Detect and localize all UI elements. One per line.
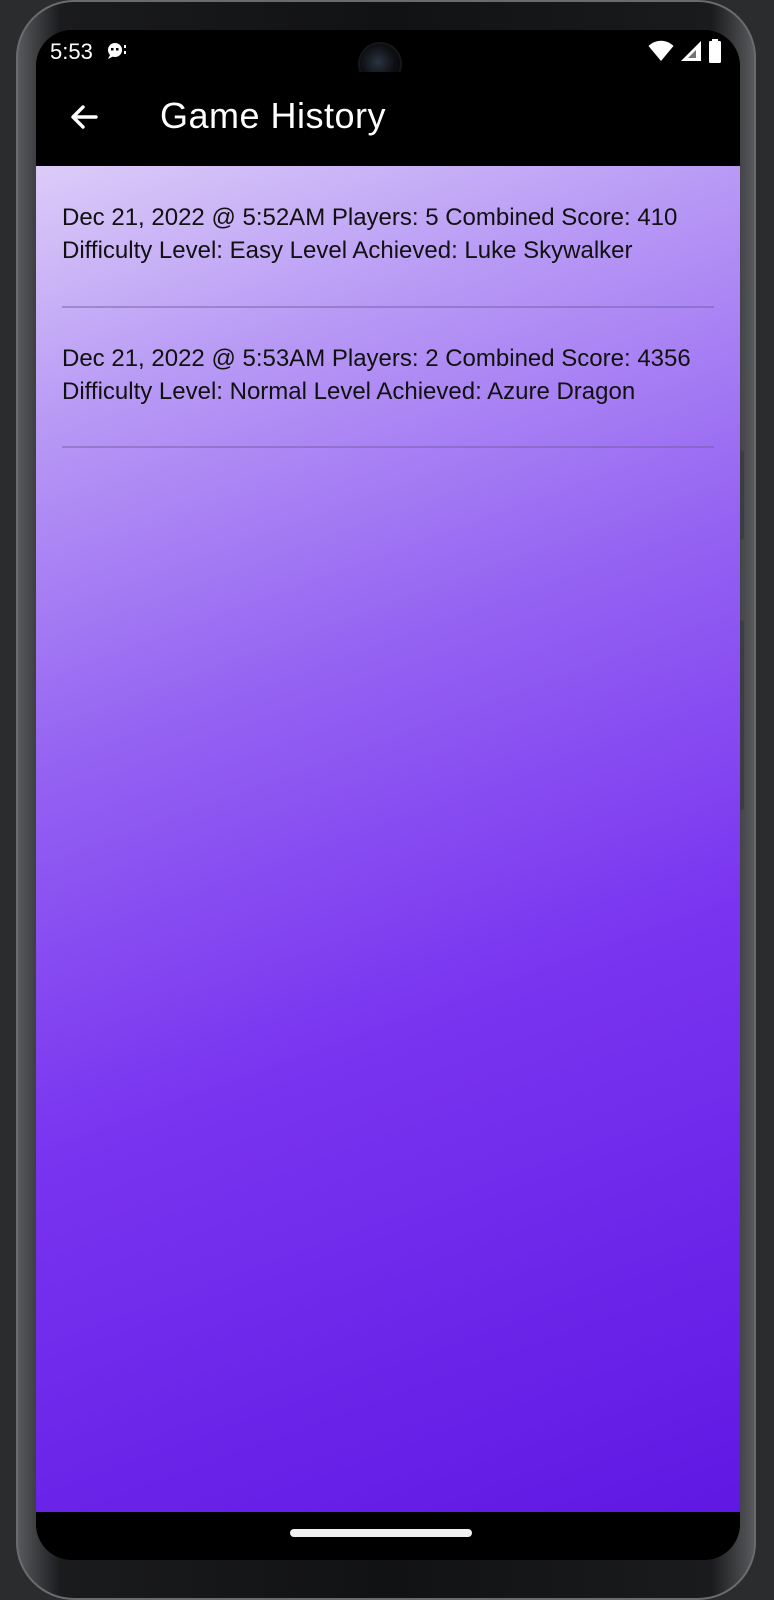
arrow-back-icon xyxy=(68,101,100,138)
wifi-icon xyxy=(648,40,674,67)
history-list: Dec 21, 2022 @ 5:52AM Players: 5 Combine… xyxy=(36,166,740,448)
status-time: 5:53 xyxy=(50,39,93,64)
screen: 5:53 Game History Dec 21, 2022 @ 5:52AM … xyxy=(36,30,740,1560)
history-item[interactable]: Dec 21, 2022 @ 5:52AM Players: 5 Combine… xyxy=(62,166,714,308)
home-handle[interactable] xyxy=(290,1529,472,1537)
status-icons xyxy=(648,39,722,68)
history-content[interactable]: Dec 21, 2022 @ 5:52AM Players: 5 Combine… xyxy=(36,166,740,1512)
cell-signal-icon xyxy=(680,40,702,67)
status-bar: 5:53 xyxy=(36,30,740,84)
app-bar: Game History xyxy=(36,72,740,166)
history-item[interactable]: Dec 21, 2022 @ 5:53AM Players: 2 Combine… xyxy=(62,308,714,448)
battery-icon xyxy=(708,39,722,68)
back-button[interactable] xyxy=(60,95,108,143)
page-title: Game History xyxy=(160,95,387,136)
navigation-bar xyxy=(36,1512,740,1560)
notification-icon xyxy=(106,40,130,65)
